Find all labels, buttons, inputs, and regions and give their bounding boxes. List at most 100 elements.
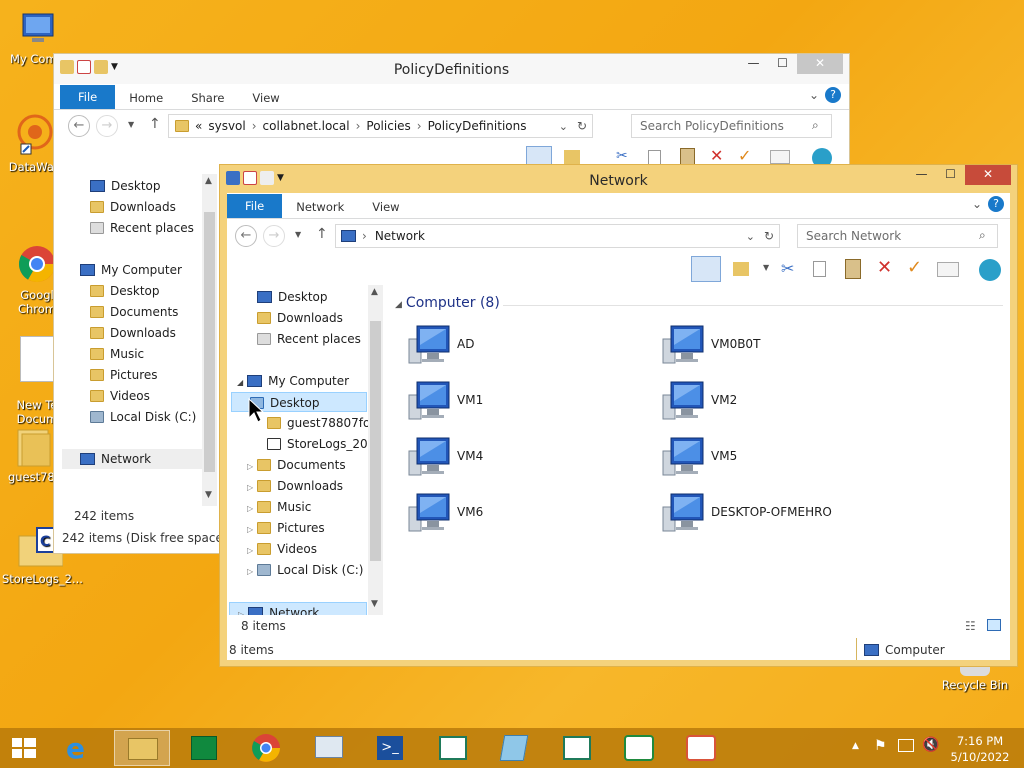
help-icon[interactable]: ? [988, 196, 1004, 212]
nav-item-local-disk[interactable]: Local Disk (C:) [90, 407, 196, 427]
details-view-icon[interactable]: ☷ [965, 619, 976, 633]
search-input[interactable]: Search PolicyDefinitions [631, 114, 832, 138]
recent-locations-icon[interactable]: ▼ [295, 230, 301, 239]
taskbar-chrome[interactable] [238, 730, 294, 766]
back-button[interactable]: ← [68, 115, 90, 137]
computer-item[interactable]: VM4 [405, 435, 635, 481]
select-icon[interactable] [733, 262, 749, 276]
refresh-icon[interactable]: ↻ [577, 119, 587, 133]
network-tray-icon[interactable] [898, 739, 914, 752]
nav-item-pictures[interactable]: Pictures [90, 365, 158, 385]
nav-item-network[interactable]: Network [62, 449, 203, 469]
scroll-down-icon[interactable]: ▼ [205, 490, 212, 500]
back-button[interactable]: ← [235, 225, 257, 247]
title-bar[interactable]: ▼ Network — ☐ ✕ [220, 165, 1017, 195]
collapse-arrow-icon[interactable]: ◢ [237, 378, 243, 387]
breadcrumb-policies[interactable]: Policies [366, 119, 410, 133]
nav-item-music[interactable]: Music [90, 344, 144, 364]
paste-icon[interactable] [845, 259, 861, 279]
address-dropdown-icon[interactable]: ⌄ [746, 230, 755, 243]
search-input[interactable]: Search Network [797, 224, 998, 248]
scroll-thumb[interactable] [204, 212, 215, 472]
delete-icon[interactable]: ✕ [877, 257, 892, 278]
computer-item[interactable]: AD [405, 323, 635, 369]
address-bar[interactable]: « sysvol › collabnet.local › Policies › Pol… [168, 114, 593, 138]
copy-icon[interactable] [648, 150, 661, 165]
taskbar-store[interactable] [176, 730, 232, 766]
nav-item-my-computer[interactable]: My Computer [80, 260, 182, 280]
tab-home[interactable]: Home [115, 87, 177, 109]
minimize-button[interactable]: — [907, 165, 936, 185]
rename-icon[interactable]: ✓ [907, 257, 922, 278]
maximize-button[interactable]: ☐ [768, 54, 797, 74]
nav-item-recent-places[interactable]: Recent places [257, 329, 361, 349]
minimize-button[interactable]: — [739, 54, 768, 74]
network-window[interactable]: ▼ Network — ☐ ✕ File Network View ⌄ ? ← … [219, 164, 1018, 667]
search-icon[interactable]: ⌕ [812, 118, 819, 133]
tab-view[interactable]: View [238, 87, 293, 109]
nav-item-my-computer[interactable]: ◢ My Computer [237, 371, 349, 391]
help-icon[interactable]: ? [825, 87, 841, 103]
close-button[interactable]: ✕ [797, 54, 843, 74]
large-icons-view-icon[interactable] [987, 619, 1001, 631]
rename-icon[interactable]: ✓ [738, 146, 751, 165]
computer-item[interactable]: VM2 [659, 379, 889, 425]
nav-item-pictures[interactable]: ▷ Pictures [247, 518, 325, 538]
nav-scrollbar[interactable]: ▲ ▼ [368, 285, 383, 615]
collapse-group-icon[interactable]: ◢ [395, 300, 402, 310]
tab-network[interactable]: Network [282, 196, 358, 218]
address-overflow[interactable]: « [195, 119, 202, 133]
address-bar[interactable]: › Network ⌄ ↻ [335, 224, 780, 248]
computer-item[interactable]: DESKTOP-OFMEHRO [659, 491, 889, 537]
computer-item[interactable]: VM0B0T [659, 323, 889, 369]
ribbon-expand-icon[interactable]: ⌄ [809, 88, 819, 102]
forward-button[interactable]: → [96, 115, 118, 137]
network-globe-icon[interactable] [979, 259, 1001, 281]
breadcrumb-policydefinitions[interactable]: PolicyDefinitions [428, 119, 527, 133]
breadcrumb-network[interactable]: Network [375, 229, 425, 243]
start-button[interactable] [0, 730, 48, 766]
tab-view[interactable]: View [358, 196, 413, 218]
show-hidden-icons[interactable]: ▲ [852, 741, 859, 751]
recent-locations-icon[interactable]: ▼ [128, 120, 134, 129]
nav-item-videos[interactable]: ▷ Videos [247, 539, 317, 559]
up-button[interactable]: ↑ [316, 226, 328, 242]
computer-item[interactable]: VM5 [659, 435, 889, 481]
nav-item-downloads-2[interactable]: Downloads [90, 323, 176, 343]
clock[interactable]: 7:16 PM 5/10/2022 [948, 733, 1012, 765]
nav-item-guest-folder[interactable]: guest78807fold [267, 413, 368, 433]
copy-icon[interactable] [813, 261, 826, 277]
nav-item-network[interactable]: ▷ Network [229, 602, 367, 615]
nav-scrollbar[interactable]: ▲ ▼ [202, 174, 217, 506]
preview-pane-icon[interactable] [691, 256, 721, 282]
search-icon[interactable]: ⌕ [979, 228, 986, 243]
scroll-down-icon[interactable]: ▼ [371, 599, 378, 609]
taskbar-app-4[interactable] [610, 730, 666, 766]
nav-item-documents[interactable]: ▷ Documents [247, 455, 346, 475]
taskbar-file-explorer[interactable] [114, 730, 170, 766]
flag-icon[interactable]: ⚑ [874, 738, 887, 754]
taskbar-app-3[interactable] [548, 730, 604, 766]
taskbar-powershell[interactable]: >_ [362, 730, 418, 766]
cut-icon[interactable]: ✂ [781, 259, 794, 278]
dropdown-icon[interactable]: ▼ [763, 263, 769, 272]
taskbar-app-1[interactable] [424, 730, 480, 766]
breadcrumb-collabnet[interactable]: collabnet.local [263, 119, 350, 133]
nav-item-music[interactable]: ▷ Music [247, 497, 311, 517]
nav-item-downloads[interactable]: Downloads [257, 308, 343, 328]
nav-item-storelogs[interactable]: StoreLogs_2022 [267, 434, 368, 454]
nav-item-videos[interactable]: Videos [90, 386, 150, 406]
up-button[interactable]: ↑ [149, 116, 161, 132]
tab-file[interactable]: File [60, 85, 116, 109]
breadcrumb-sysvol[interactable]: sysvol [208, 119, 245, 133]
nav-item-local-disk[interactable]: ▷ Local Disk (C:) [247, 560, 363, 580]
taskbar-internet-explorer[interactable]: e [54, 730, 110, 766]
select-icon[interactable] [564, 150, 580, 164]
cut-icon[interactable]: ✂ [616, 148, 628, 164]
nav-item-recent-places[interactable]: Recent places [90, 218, 194, 238]
computer-item[interactable]: VM1 [405, 379, 635, 425]
properties-icon[interactable] [770, 150, 790, 164]
nav-item-documents[interactable]: Documents [90, 302, 178, 322]
properties-icon[interactable] [937, 262, 959, 277]
scroll-up-icon[interactable]: ▲ [205, 176, 212, 186]
